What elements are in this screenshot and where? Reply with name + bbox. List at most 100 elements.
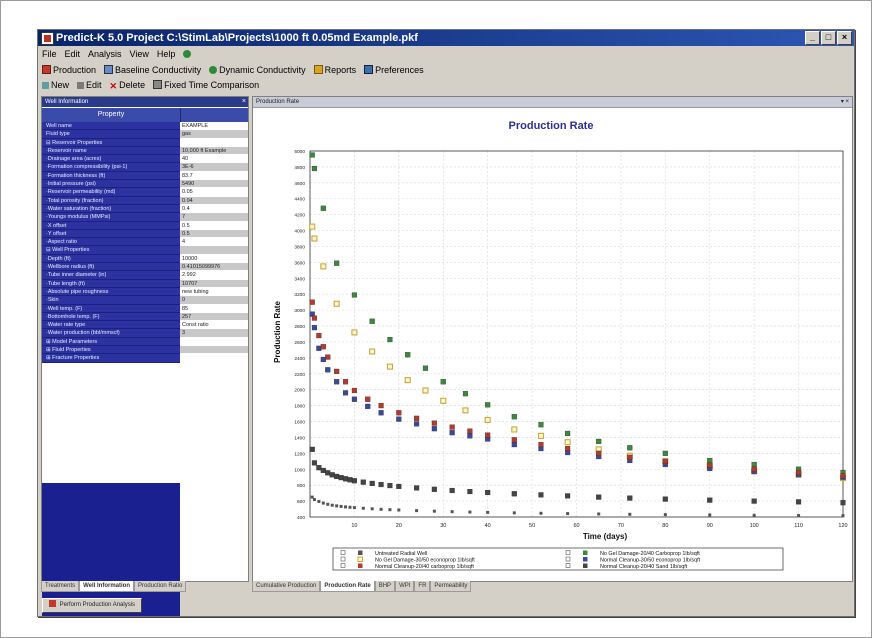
close-button[interactable]: × [837,31,852,45]
property-row[interactable]: ·Drainage area (acres) 40 [42,155,248,164]
property-row[interactable]: ⊟ Reservoir Properties [42,138,248,147]
property-row[interactable]: ·Skin 0 [42,296,248,305]
property-value[interactable]: EXAMPLE [180,122,248,131]
property-row[interactable]: ·Formation compressibility (psi-1) 3E-6 [42,163,248,172]
tab-production-ratio[interactable]: Production Ratio [134,581,187,592]
new-button[interactable]: New [42,78,73,93]
property-row[interactable]: Fluid type gas [42,130,248,139]
property-row[interactable]: ⊞ Fracture Properties [42,354,248,363]
property-value[interactable]: 2.992 [180,271,248,280]
property-row[interactable]: ·Wellbore radius (ft) 0.41015099976 [42,263,248,272]
legend-label: Normal Cleanup-30/50 econoprop 1lb/sqft [600,557,701,563]
property-row[interactable]: ·Tube length (ft) 10707 [42,279,248,288]
property-row[interactable]: ⊞ Model Parameters [42,337,248,347]
property-row[interactable]: ·Reservoir permeability (md) 0.05 [42,188,248,197]
property-value[interactable]: gas [180,130,248,139]
property-row[interactable]: ·Formation thickness (ft) 83.7 [42,171,248,181]
property-value[interactable]: 40 [180,155,248,164]
property-value[interactable]: 0.5 [180,221,248,230]
property-value[interactable] [180,346,248,355]
tab-treatments[interactable]: Treatments [41,581,80,592]
help-icon[interactable] [179,46,197,62]
property-value[interactable] [180,337,248,347]
data-point [396,483,402,489]
property-value[interactable]: 3E-6 [180,163,248,172]
legend-checkbox[interactable] [565,563,571,568]
property-row[interactable]: ·Tube inner diameter (in) 2.992 [42,271,248,280]
legend-checkbox[interactable] [340,563,346,568]
menu-analysis[interactable]: Analysis [84,46,126,62]
menu-help[interactable]: Help [153,46,180,62]
tab-well-information[interactable]: Well Information [79,581,135,592]
property-row[interactable]: ·X offset 0.5 [42,221,248,230]
property-value[interactable]: 0 [180,296,248,305]
property-value[interactable]: 7 [180,213,248,222]
tab-cumulative-production[interactable]: Cumulative Production [252,581,321,592]
property-value[interactable] [180,246,248,255]
value-column-header[interactable] [181,108,248,122]
property-row[interactable]: ·Absolute pipe roughness new tubing [42,287,248,297]
property-value[interactable]: 3 [180,329,248,338]
property-value[interactable] [180,354,248,363]
property-value[interactable]: 0.04 [180,196,248,205]
legend-checkbox[interactable] [340,550,346,555]
property-row[interactable]: ·Bottomhole temp. (F) 257 [42,312,248,322]
property-value[interactable]: Const ratio [180,321,248,330]
property-column-header[interactable]: Property [42,108,181,122]
property-value[interactable]: 85 [180,304,248,313]
property-value[interactable]: 4 [180,238,248,247]
delete-button[interactable]: ✕ Delete [110,78,150,94]
property-row[interactable]: ·Depth (ft) 10000 [42,254,248,264]
preferences-button[interactable]: Preferences [364,63,428,78]
property-row[interactable]: ·Y offset 0.5 [42,229,248,239]
property-value[interactable]: 0.41015099976 [180,263,248,272]
edit-button[interactable]: Edit [77,78,106,93]
property-row[interactable]: ⊞ Fluid Properties [42,346,248,355]
property-value[interactable]: 0.4 [180,204,248,214]
tab-wpi[interactable]: WPI [395,581,415,592]
property-value[interactable]: 257 [180,312,248,322]
property-row[interactable]: ·Initial pressure (psi) 5490 [42,180,248,189]
menu-file[interactable]: File [38,46,61,62]
tab-bhp[interactable]: BHP [374,581,396,592]
production-button[interactable]: Production [42,63,100,78]
minimize-button[interactable]: _ [805,31,820,45]
maximize-button[interactable]: □ [821,31,836,45]
tab-production-rate[interactable]: Production Rate [320,581,375,592]
tab-fr[interactable]: FR [414,581,431,592]
property-row[interactable]: ·Water saturation (fraction) 0.4 [42,204,248,214]
property-row[interactable]: ·Aspect ratio 4 [42,238,248,247]
property-value[interactable]: 83.7 [180,171,248,181]
property-row[interactable]: ·Youngs modulus (MMPsi) 7 [42,213,248,222]
tab-permeability[interactable]: Permeability [430,581,472,592]
property-row[interactable]: ·Water production (bbl/mmscf) 3 [42,329,248,338]
menu-view[interactable]: View [126,46,153,62]
property-value[interactable]: 0.5 [180,229,248,239]
property-row[interactable]: ·Well temp. (F) 85 [42,304,248,313]
data-point [566,512,570,516]
reports-button[interactable]: Reports [313,63,361,78]
baseline-conductivity-button[interactable]: Baseline Conductivity [104,63,205,78]
property-row[interactable]: ·Reservoir name 10,000 ft Example [42,146,248,156]
legend-checkbox[interactable] [565,556,571,562]
legend-checkbox[interactable] [565,550,571,555]
property-row[interactable]: ⊟ Well Properties [42,246,248,255]
property-row[interactable]: Well name EXAMPLE [42,122,248,131]
property-value[interactable]: 10,000 ft Example [180,146,248,156]
dynamic-conductivity-button[interactable]: Dynamic Conductivity [209,63,310,78]
legend-checkbox[interactable] [340,556,346,562]
menu-edit[interactable]: Edit [61,46,85,62]
property-value[interactable]: new tubing [180,287,248,297]
panel-close-icon[interactable]: × [242,97,246,107]
property-value[interactable]: 10000 [180,254,248,264]
title-bar[interactable]: Predict-K 5.0 Project C:\StimLab\Project… [38,30,854,46]
property-row[interactable]: ·Water rate type Const ratio [42,321,248,330]
property-value[interactable] [180,138,248,147]
property-row[interactable]: ·Total porosity (fraction) 0.04 [42,196,248,205]
property-value[interactable]: 0.05 [180,188,248,197]
chart-panel-pin-icon[interactable]: ▾ × [841,97,849,107]
perform-production-analysis-button[interactable]: Perform Production Analysis [42,598,143,613]
property-value[interactable]: 5490 [180,180,248,189]
fixed-time-comparison-button[interactable]: Fixed Time Comparison [153,78,263,93]
property-value[interactable]: 10707 [180,279,248,288]
